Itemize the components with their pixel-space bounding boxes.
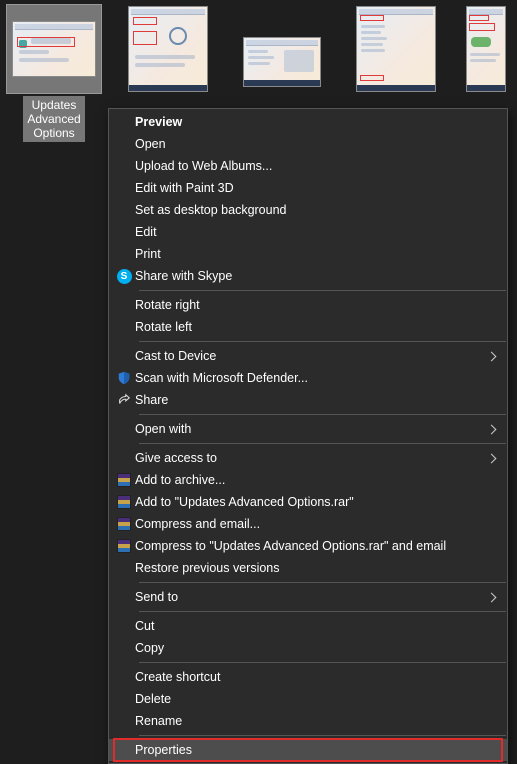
thumbnail-image <box>243 37 321 87</box>
thumbnail-label: Updates Advanced Options <box>23 96 84 142</box>
thumbnail-image <box>128 6 208 92</box>
menu-label: Preview <box>135 115 499 129</box>
menu-print[interactable]: Print <box>109 243 507 265</box>
menu-separator <box>139 414 506 415</box>
menu-compress-email[interactable]: Compress and email... <box>109 513 507 535</box>
menu-rename[interactable]: Rename <box>109 710 507 732</box>
menu-separator <box>139 611 506 612</box>
menu-label: Copy <box>135 641 499 655</box>
menu-label: Rotate right <box>135 298 499 312</box>
thumbnail-item[interactable] <box>462 4 510 94</box>
thumbnail-item[interactable] <box>348 4 444 94</box>
menu-label: Restore previous versions <box>135 561 499 575</box>
menu-label: Share with Skype <box>135 269 499 283</box>
menu-copy[interactable]: Copy <box>109 637 507 659</box>
menu-add-to-rar[interactable]: Add to "Updates Advanced Options.rar" <box>109 491 507 513</box>
share-icon <box>117 393 131 407</box>
menu-label: Rotate left <box>135 320 499 334</box>
menu-label: Compress to "Updates Advanced Options.ra… <box>135 539 499 553</box>
menu-label: Print <box>135 247 499 261</box>
winrar-icon <box>117 539 131 553</box>
menu-open-with[interactable]: Open with <box>109 418 507 440</box>
chevron-right-icon <box>487 592 497 602</box>
thumbnail-item[interactable] <box>234 4 330 94</box>
chevron-right-icon <box>487 424 497 434</box>
menu-separator <box>139 582 506 583</box>
menu-cast-to-device[interactable]: Cast to Device <box>109 345 507 367</box>
thumbnail-image <box>466 6 506 92</box>
menu-label: Upload to Web Albums... <box>135 159 499 173</box>
menu-properties[interactable]: Properties <box>109 739 507 761</box>
menu-label: Cut <box>135 619 499 633</box>
menu-restore-versions[interactable]: Restore previous versions <box>109 557 507 579</box>
thumbnail-item[interactable] <box>120 4 216 94</box>
thumbnail-image <box>356 6 436 92</box>
menu-add-to-archive[interactable]: Add to archive... <box>109 469 507 491</box>
menu-label: Properties <box>135 743 499 757</box>
menu-create-shortcut[interactable]: Create shortcut <box>109 666 507 688</box>
menu-label: Create shortcut <box>135 670 499 684</box>
menu-rotate-right[interactable]: Rotate right <box>109 294 507 316</box>
menu-share-skype[interactable]: Share with Skype <box>109 265 507 287</box>
menu-separator <box>139 290 506 291</box>
winrar-icon <box>117 473 131 487</box>
menu-rotate-left[interactable]: Rotate left <box>109 316 507 338</box>
menu-upload-web-albums[interactable]: Upload to Web Albums... <box>109 155 507 177</box>
menu-label: Add to archive... <box>135 473 499 487</box>
menu-label: Compress and email... <box>135 517 499 531</box>
menu-set-wallpaper[interactable]: Set as desktop background <box>109 199 507 221</box>
menu-label: Scan with Microsoft Defender... <box>135 371 499 385</box>
menu-label: Add to "Updates Advanced Options.rar" <box>135 495 499 509</box>
menu-label: Share <box>135 393 499 407</box>
menu-label: Give access to <box>135 451 488 465</box>
menu-compress-rar-email[interactable]: Compress to "Updates Advanced Options.ra… <box>109 535 507 557</box>
thumbnail-image <box>12 21 96 77</box>
menu-separator <box>139 662 506 663</box>
menu-label: Edit <box>135 225 499 239</box>
menu-preview[interactable]: Preview <box>109 111 507 133</box>
menu-cut[interactable]: Cut <box>109 615 507 637</box>
chevron-right-icon <box>487 351 497 361</box>
menu-edit[interactable]: Edit <box>109 221 507 243</box>
menu-label: Set as desktop background <box>135 203 499 217</box>
menu-label: Delete <box>135 692 499 706</box>
chevron-right-icon <box>487 453 497 463</box>
menu-delete[interactable]: Delete <box>109 688 507 710</box>
skype-icon <box>117 269 132 284</box>
winrar-icon <box>117 517 131 531</box>
menu-label: Cast to Device <box>135 349 488 363</box>
menu-separator <box>139 443 506 444</box>
shield-icon <box>117 371 131 385</box>
menu-label: Open with <box>135 422 488 436</box>
menu-edit-paint3d[interactable]: Edit with Paint 3D <box>109 177 507 199</box>
menu-separator <box>139 341 506 342</box>
menu-label: Open <box>135 137 499 151</box>
context-menu: Preview Open Upload to Web Albums... Edi… <box>108 108 508 764</box>
menu-label: Send to <box>135 590 488 604</box>
winrar-icon <box>117 495 131 509</box>
menu-share[interactable]: Share <box>109 389 507 411</box>
menu-label: Rename <box>135 714 499 728</box>
menu-scan-defender[interactable]: Scan with Microsoft Defender... <box>109 367 507 389</box>
menu-give-access-to[interactable]: Give access to <box>109 447 507 469</box>
menu-label: Edit with Paint 3D <box>135 181 499 195</box>
menu-send-to[interactable]: Send to <box>109 586 507 608</box>
menu-separator <box>139 735 506 736</box>
thumbnail-selected[interactable]: Updates Advanced Options <box>6 4 102 142</box>
menu-open[interactable]: Open <box>109 133 507 155</box>
